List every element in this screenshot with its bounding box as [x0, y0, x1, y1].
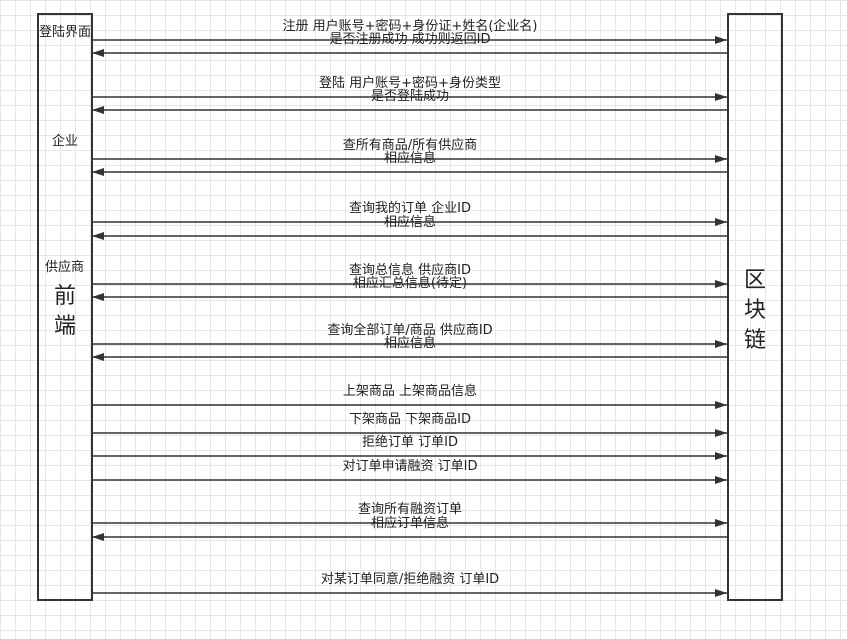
arrowhead-right-icon [715, 340, 727, 348]
arrowhead-left-icon [92, 106, 104, 114]
arrowhead-right-icon [715, 429, 727, 437]
message-label: 查询所有融资订单 [358, 502, 462, 517]
message-arrow-18: 相应订单信息 [92, 515, 727, 541]
message-label: 拒绝订单 订单ID [362, 434, 458, 450]
message-label: 相应信息 [384, 335, 436, 351]
arrowhead-right-icon [715, 589, 727, 597]
arrowhead-left-icon [92, 49, 104, 57]
arrowhead-right-icon [715, 401, 727, 409]
message-arrow-14: 下架商品 下架商品ID [92, 412, 727, 437]
message-label: 相应汇总信息(待定) [353, 275, 467, 291]
message-arrow-8: 相应信息 [92, 214, 727, 240]
message-label: 上架商品 上架商品信息 [343, 383, 477, 399]
message-arrow-12: 相应信息 [92, 335, 727, 361]
arrowhead-right-icon [715, 476, 727, 484]
message-label: 相应信息 [384, 214, 436, 230]
message-arrow-6: 相应信息 [92, 150, 727, 176]
message-arrow-15: 拒绝订单 订单ID [92, 434, 727, 460]
arrowhead-left-icon [92, 293, 104, 301]
arrowhead-right-icon [715, 280, 727, 288]
arrowhead-right-icon [715, 36, 727, 44]
message-arrow-16: 对订单申请融资 订单ID [92, 459, 727, 484]
arrowhead-right-icon [715, 519, 727, 527]
message-label: 下架商品 下架商品ID [349, 412, 471, 427]
message-label: 查询我的订单 企业ID [349, 200, 471, 216]
arrowhead-right-icon [715, 93, 727, 101]
message-label: 对某订单同意/拒绝融资 订单ID [321, 571, 499, 587]
message-label: 是否注册成功 成功则返回ID [330, 32, 491, 47]
arrowhead-left-icon [92, 533, 104, 541]
message-label: 相应信息 [384, 150, 436, 166]
message-label: 相应订单信息 [371, 515, 449, 531]
message-label: 是否登陆成功 [371, 88, 449, 104]
message-arrow-10: 相应汇总信息(待定) [92, 275, 727, 301]
arrowhead-right-icon [715, 452, 727, 460]
message-arrow-19: 对某订单同意/拒绝融资 订单ID [92, 571, 727, 597]
arrowhead-right-icon [715, 218, 727, 226]
arrowhead-left-icon [92, 232, 104, 240]
arrowhead-left-icon [92, 353, 104, 361]
message-arrow-13: 上架商品 上架商品信息 [92, 383, 727, 409]
arrowhead-right-icon [715, 155, 727, 163]
arrowhead-left-icon [92, 168, 104, 176]
message-label: 对订单申请融资 订单ID [343, 459, 478, 474]
message-arrow-4: 是否登陆成功 [92, 88, 727, 114]
message-arrows: 注册 用户账号+密码+身份证+姓名(企业名)是否注册成功 成功则返回ID登陆 用… [92, 18, 727, 597]
message-arrow-2: 是否注册成功 成功则返回ID [92, 32, 727, 57]
